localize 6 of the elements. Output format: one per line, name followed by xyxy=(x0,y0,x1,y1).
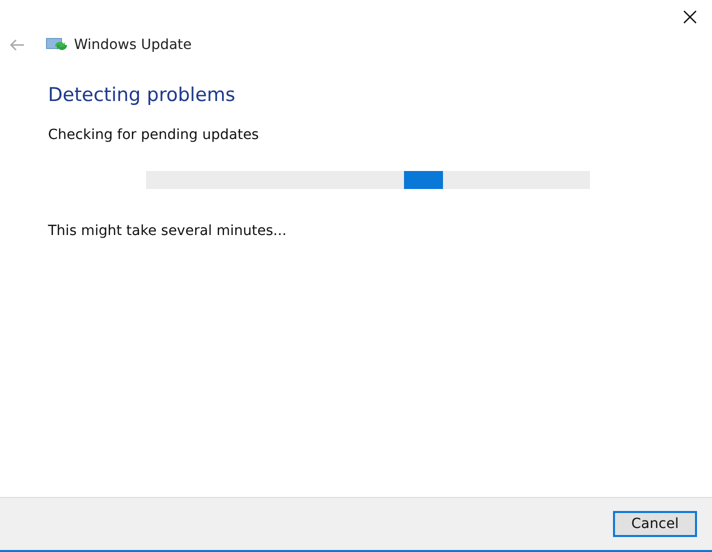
cancel-button[interactable]: Cancel xyxy=(613,511,697,537)
page-heading: Detecting problems xyxy=(48,84,236,106)
note-text: This might take several minutes... xyxy=(48,223,288,239)
status-text: Checking for pending updates xyxy=(48,127,260,143)
update-icon xyxy=(46,37,68,53)
window-title: Windows Update xyxy=(74,37,192,53)
